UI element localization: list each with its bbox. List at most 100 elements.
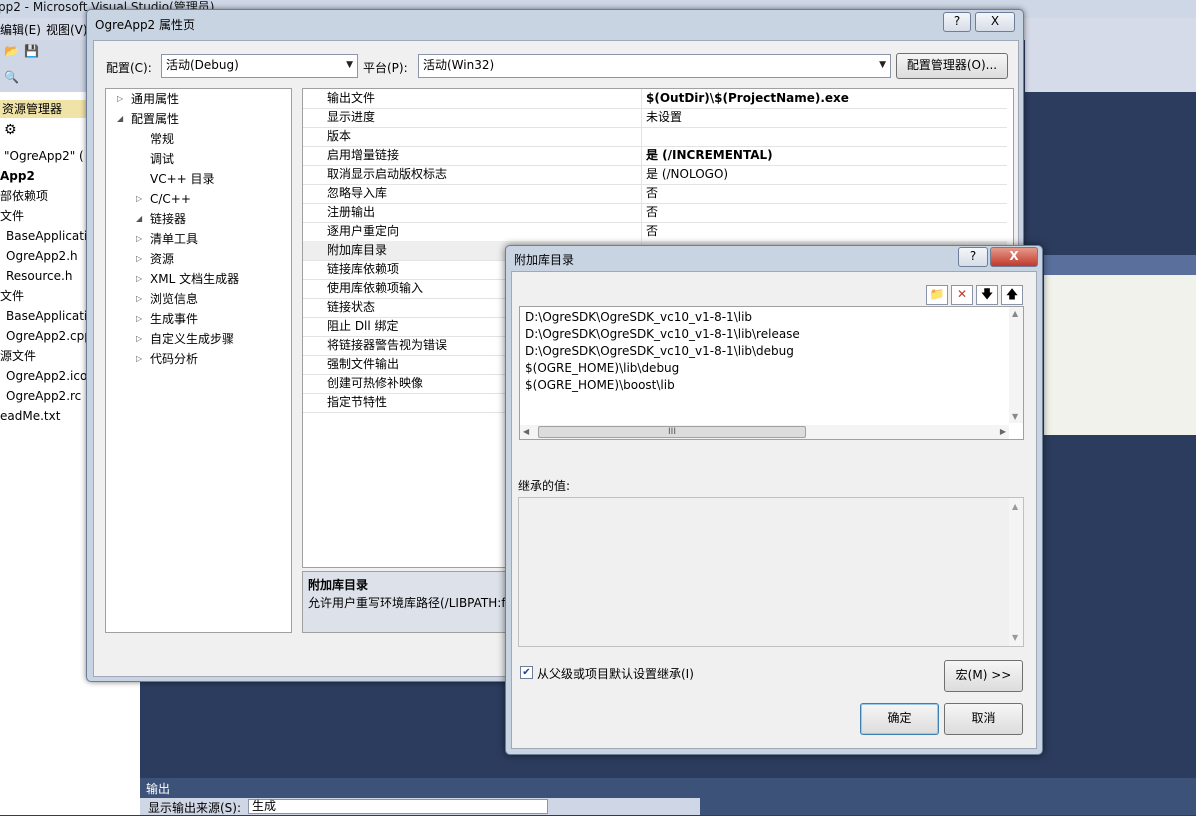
help-button[interactable]: ? bbox=[958, 247, 988, 267]
tree-project[interactable]: App2 bbox=[0, 166, 35, 186]
nav-custom-build[interactable]: ▷ 自定义生成步骤 bbox=[136, 329, 234, 349]
nav-resources[interactable]: ▷ 资源 bbox=[136, 249, 174, 269]
move-down-icon[interactable]: 🡇 bbox=[976, 285, 998, 305]
open-folder-icon[interactable]: 📂 bbox=[4, 44, 19, 58]
scroll-thumb[interactable]: III bbox=[538, 426, 806, 438]
grid-separator bbox=[641, 165, 642, 184]
delete-icon[interactable]: ✕ bbox=[951, 285, 973, 305]
scroll-down-icon[interactable]: ▼ bbox=[1012, 633, 1018, 642]
dialog-body: 📁 ✕ 🡇 🡅 D:\OgreSDK\OgreSDK_vc10_v1-8-1\l… bbox=[511, 271, 1037, 749]
close-button[interactable]: X bbox=[990, 247, 1038, 267]
ok-button[interactable]: 确定 bbox=[860, 703, 939, 735]
scroll-left-icon[interactable]: ◀ bbox=[523, 427, 529, 436]
lib-dirs-list[interactable]: D:\OgreSDK\OgreSDK_vc10_v1-8-1\lib D:\Og… bbox=[519, 306, 1024, 440]
nav-manifest-tool[interactable]: ▷ 清单工具 bbox=[136, 229, 198, 249]
nav-browse-info[interactable]: ▷ 浏览信息 bbox=[136, 289, 199, 309]
nav-cpp[interactable]: ▷ C/C++ bbox=[136, 189, 191, 209]
prop-value: 是 (/INCREMENTAL) bbox=[646, 148, 773, 162]
prop-value: 否 bbox=[646, 205, 659, 219]
dialog-title: 附加库目录 bbox=[514, 253, 575, 267]
config-manager-button[interactable]: 配置管理器(O)... bbox=[896, 53, 1008, 79]
output-toolbar: 显示输出来源(S): 生成 bbox=[140, 798, 700, 815]
help-button[interactable]: ? bbox=[943, 12, 971, 32]
new-folder-icon[interactable]: 📁 bbox=[926, 285, 948, 305]
config-select[interactable]: 活动(Debug) ▼ bbox=[161, 54, 358, 78]
inherited-values-list: ▲ ▼ bbox=[518, 497, 1024, 647]
list-item[interactable]: D:\OgreSDK\OgreSDK_vc10_v1-8-1\lib\relea… bbox=[525, 326, 800, 343]
properties-icon[interactable]: ⚙ bbox=[4, 122, 17, 138]
save-icon[interactable]: 💾 bbox=[24, 44, 39, 58]
expand-icon: ▷ bbox=[136, 354, 143, 363]
tree-file[interactable]: BaseApplicatio bbox=[6, 306, 88, 326]
nav-debugging[interactable]: 调试 bbox=[150, 149, 174, 169]
prop-name: 使用库依赖项输入 bbox=[327, 281, 424, 295]
inherit-checkbox-label: 从父级或项目默认设置继承(I) bbox=[537, 667, 694, 681]
tree-file[interactable]: Resource.h bbox=[6, 266, 72, 286]
tree-file[interactable]: OgreApp2.cpp bbox=[6, 326, 88, 346]
scroll-down-icon[interactable]: ▼ bbox=[1012, 412, 1018, 421]
nav-label: 常规 bbox=[150, 132, 175, 146]
scroll-right-icon[interactable]: ▶ bbox=[1000, 427, 1006, 436]
grid-row[interactable]: 版本 bbox=[303, 127, 1007, 147]
nav-code-analysis[interactable]: ▷ 代码分析 bbox=[136, 349, 199, 369]
expand-icon: ▷ bbox=[136, 274, 143, 283]
tree-file[interactable]: OgreApp2.ico bbox=[6, 366, 87, 386]
vs-right-panel bbox=[1044, 275, 1196, 435]
grid-row[interactable]: 注册输出 否 bbox=[303, 203, 1007, 223]
find-icon[interactable]: 🔍 bbox=[4, 70, 19, 84]
menu-edit[interactable]: 编辑(E) bbox=[0, 21, 41, 38]
grid-row[interactable]: 取消显示启动版权标志 是 (/NOLOGO) bbox=[303, 165, 1007, 185]
nav-linker[interactable]: ◢ 链接器 bbox=[136, 209, 187, 229]
tree-source-folder[interactable]: 文件 bbox=[0, 286, 24, 306]
nav-vc-directories[interactable]: VC++ 目录 bbox=[150, 169, 215, 189]
nav-config-props[interactable]: ◢ 配置属性 bbox=[117, 109, 179, 129]
cancel-button[interactable]: 取消 bbox=[944, 703, 1023, 735]
config-select-value: 活动(Debug) bbox=[166, 58, 239, 72]
scroll-up-icon[interactable]: ▲ bbox=[1012, 309, 1018, 318]
grid-row[interactable]: 输出文件 $(OutDir)\$(ProjectName).exe bbox=[303, 89, 1007, 109]
dialog-title: OgreApp2 属性页 bbox=[95, 18, 196, 32]
list-item[interactable]: D:\OgreSDK\OgreSDK_vc10_v1-8-1\lib bbox=[525, 309, 752, 326]
menu-view[interactable]: 视图(V) bbox=[46, 21, 88, 38]
prop-name: 注册输出 bbox=[327, 205, 376, 219]
output-source-label: 显示输出来源(S): bbox=[148, 801, 242, 815]
expand-icon: ◢ bbox=[136, 214, 143, 223]
vertical-scrollbar[interactable]: ▲ ▼ bbox=[1009, 498, 1023, 646]
nav-label: 调试 bbox=[150, 152, 175, 166]
move-up-icon[interactable]: 🡅 bbox=[1001, 285, 1023, 305]
output-source-select[interactable]: 生成 bbox=[248, 799, 548, 814]
nav-common-props[interactable]: ▷ 通用属性 bbox=[117, 89, 179, 109]
horizontal-scrollbar[interactable]: ◀ III ▶ bbox=[520, 425, 1009, 439]
macro-button[interactable]: 宏(M) >> bbox=[944, 660, 1023, 692]
list-item[interactable]: $(OGRE_HOME)\lib\debug bbox=[525, 360, 679, 377]
tree-header-folder[interactable]: 文件 bbox=[0, 206, 24, 226]
vs-right-strip bbox=[1044, 255, 1196, 275]
nav-general[interactable]: 常规 bbox=[150, 129, 174, 149]
grid-row[interactable]: 启用增量链接 是 (/INCREMENTAL) bbox=[303, 146, 1007, 166]
tree-solution[interactable]: "OgreApp2" ( bbox=[4, 146, 84, 166]
list-item[interactable]: D:\OgreSDK\OgreSDK_vc10_v1-8-1\lib\debug bbox=[525, 343, 794, 360]
property-nav-tree: ▷ 通用属性 ◢ 配置属性 常规 调试 VC++ 目录 ▷ C/C++ ◢ 链接器 ▷ 清… bbox=[105, 88, 292, 633]
close-button[interactable]: X bbox=[975, 12, 1015, 32]
nav-label: 代码分析 bbox=[150, 352, 199, 366]
tree-file[interactable]: OgreApp2.rc bbox=[6, 386, 81, 406]
nav-xml-doc[interactable]: ▷ XML 文档生成器 bbox=[136, 269, 239, 289]
nav-label: 链接器 bbox=[150, 212, 187, 226]
list-item[interactable]: $(OGRE_HOME)\boost\lib bbox=[525, 377, 675, 394]
nav-label: 浏览信息 bbox=[150, 292, 199, 306]
prop-value: 是 (/NOLOGO) bbox=[646, 167, 729, 181]
tree-external-deps[interactable]: 部依赖项 bbox=[0, 186, 48, 206]
grid-row[interactable]: 忽略导入库 否 bbox=[303, 184, 1007, 204]
inherit-checkbox[interactable]: ✔ bbox=[520, 666, 533, 679]
tree-file[interactable]: BaseApplicatio bbox=[6, 226, 88, 246]
scroll-up-icon[interactable]: ▲ bbox=[1012, 502, 1018, 511]
tree-file[interactable]: eadMe.txt bbox=[0, 406, 60, 426]
grid-row[interactable]: 逐用户重定向 否 bbox=[303, 222, 1007, 242]
nav-build-events[interactable]: ▷ 生成事件 bbox=[136, 309, 198, 329]
grid-row[interactable]: 显示进度 未设置 bbox=[303, 108, 1007, 128]
platform-select-value: 活动(Win32) bbox=[423, 58, 495, 72]
tree-file[interactable]: OgreApp2.h bbox=[6, 246, 78, 266]
tree-resource-folder[interactable]: 源文件 bbox=[0, 346, 36, 366]
platform-select[interactable]: 活动(Win32) ▼ bbox=[418, 54, 891, 78]
vertical-scrollbar[interactable]: ▲ ▼ bbox=[1009, 307, 1023, 423]
